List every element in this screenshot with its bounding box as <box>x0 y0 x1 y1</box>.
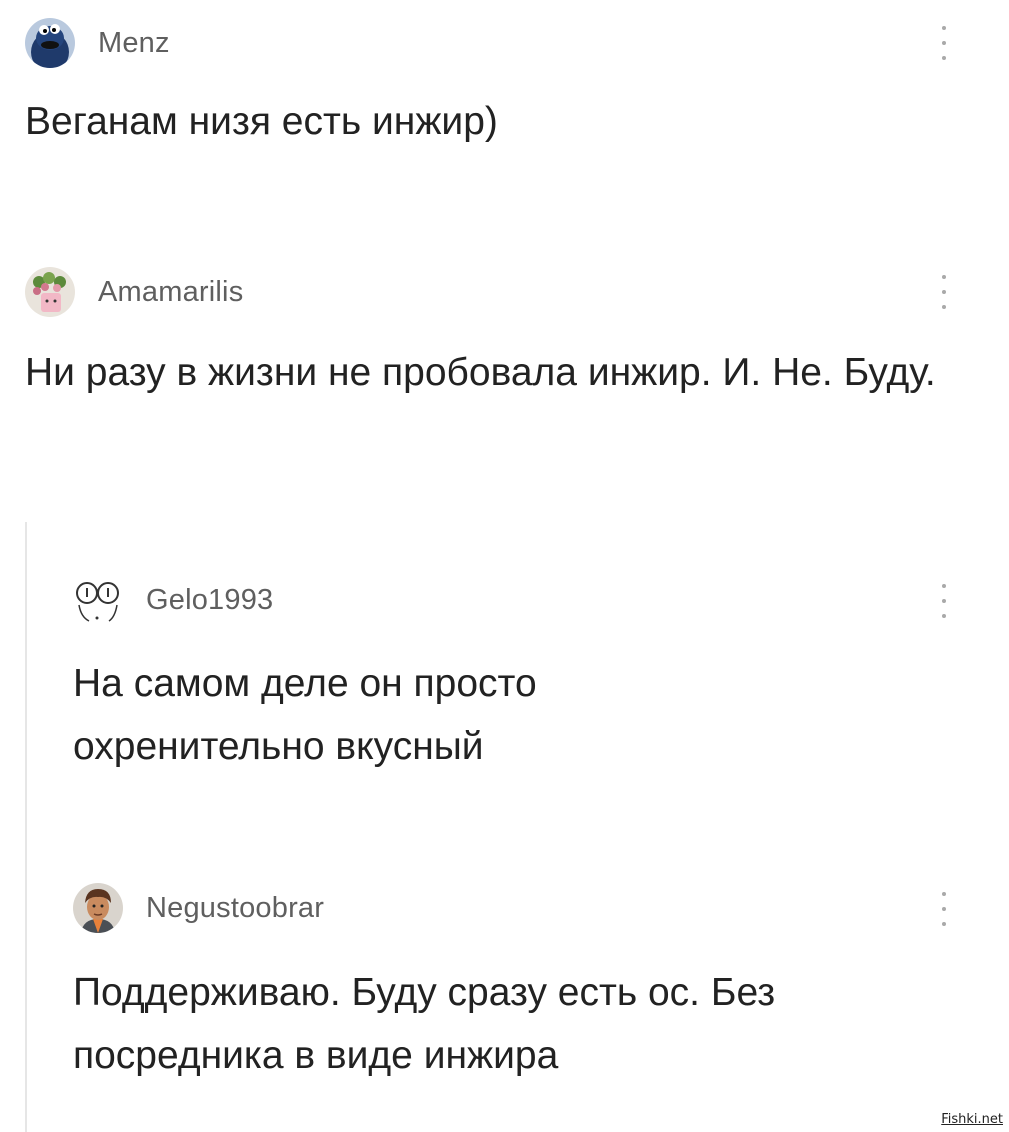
flower-pot-avatar-icon[interactable] <box>25 267 75 317</box>
comment-text: Ни разу в жизни не пробовала инжир. И. Н… <box>25 351 936 394</box>
cookie-monster-avatar-icon[interactable] <box>25 18 75 68</box>
more-vertical-icon[interactable] <box>940 26 948 60</box>
comment-username[interactable]: Menz <box>98 27 170 60</box>
glasses-face-avatar-icon[interactable] <box>73 575 123 625</box>
more-vertical-icon[interactable] <box>940 892 948 926</box>
comment-text: Поддерживаю. Буду сразу есть ос. Без пос… <box>73 971 776 1077</box>
comment-username[interactable]: Negustoobrar <box>146 892 324 925</box>
comment-text: Веганам низя есть инжир) <box>25 100 498 143</box>
comment-username[interactable]: Gelo1993 <box>146 584 273 617</box>
comment-text: На самом деле он просто охренительно вку… <box>73 662 537 768</box>
watermark: Fishki.net <box>941 1112 1003 1127</box>
reply-thread-line <box>25 522 27 1132</box>
more-vertical-icon[interactable] <box>940 275 948 309</box>
comment-username[interactable]: Amamarilis <box>98 276 243 309</box>
cartoon-man-avatar-icon[interactable] <box>73 883 123 933</box>
more-vertical-icon[interactable] <box>940 584 948 618</box>
